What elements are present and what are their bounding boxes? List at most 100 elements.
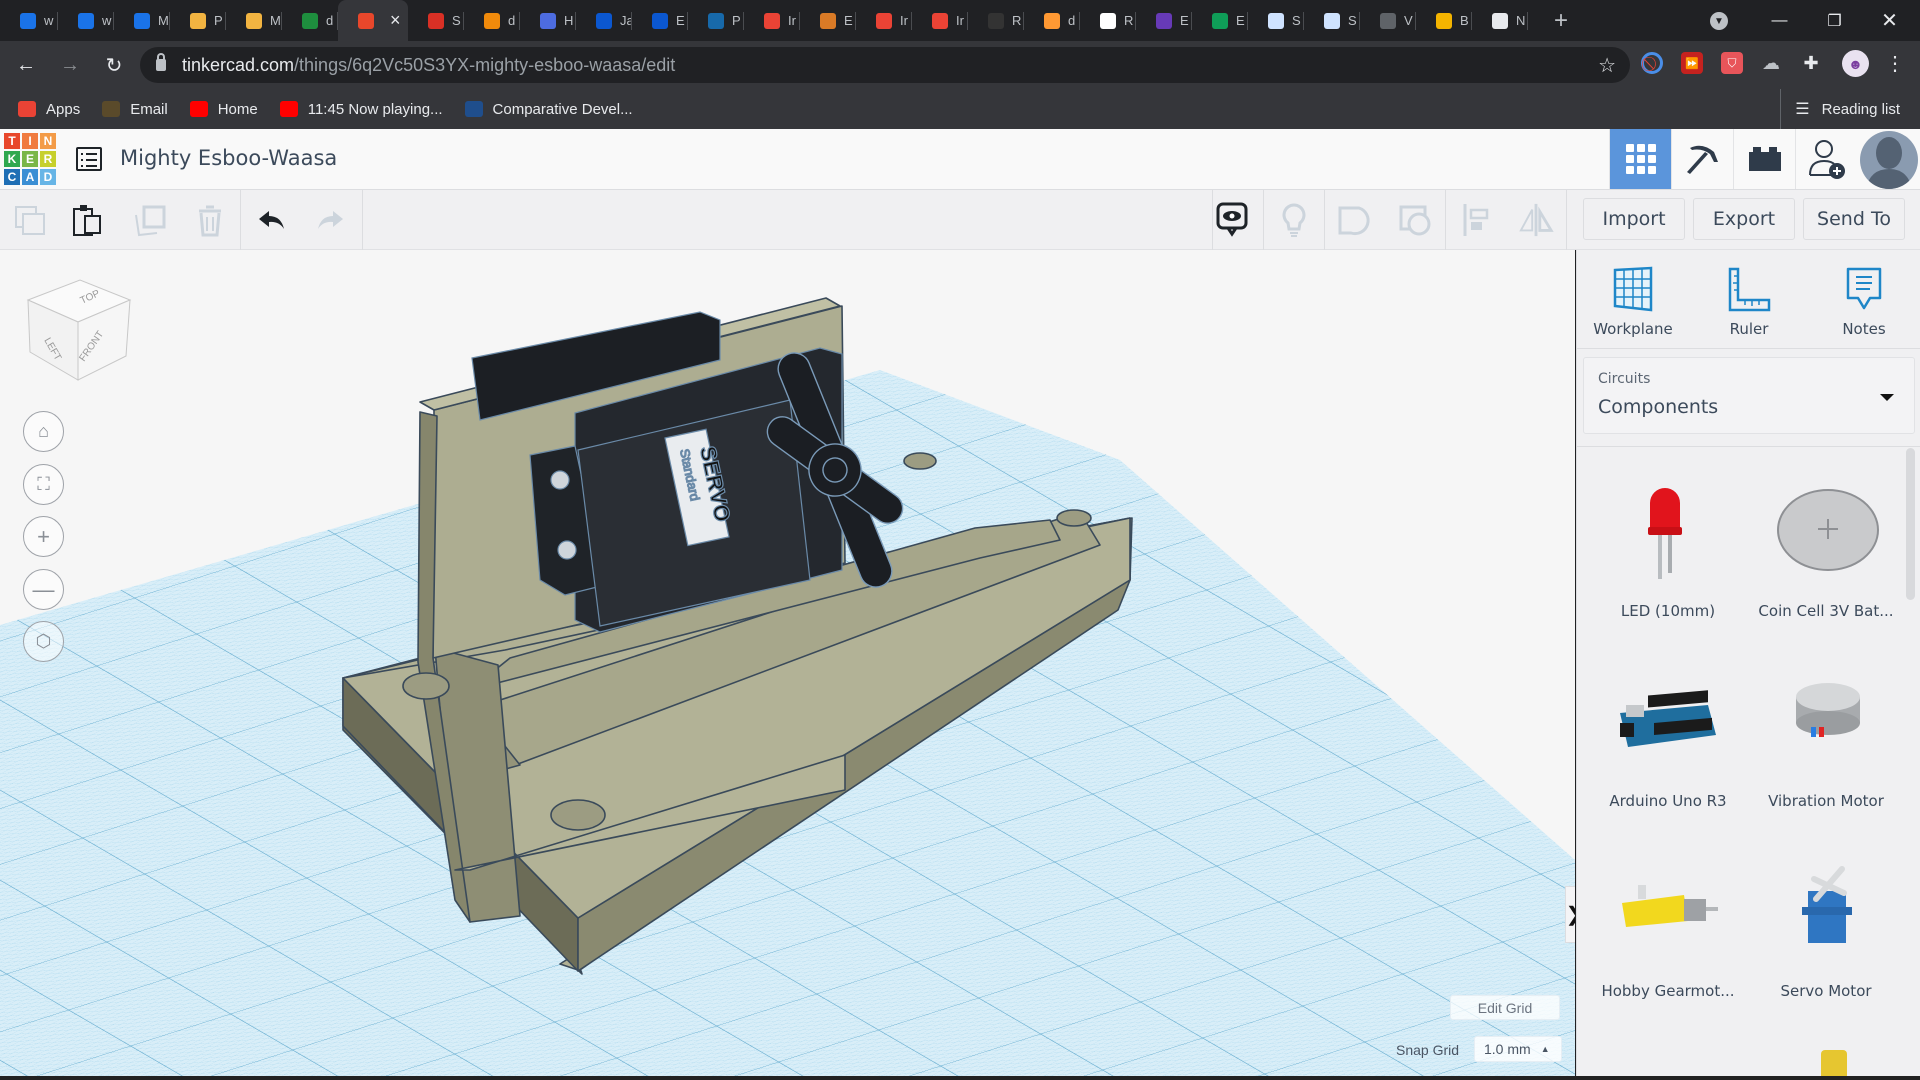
3d-design-view-button[interactable] <box>1609 129 1671 189</box>
mirror-button[interactable] <box>1518 202 1554 238</box>
browser-tab[interactable]: Ir <box>856 0 912 41</box>
adblock-extension-icon[interactable]: ⃠ <box>1641 52 1663 74</box>
browser-tab[interactable]: Ir <box>912 0 968 41</box>
video-speed-extension-icon[interactable]: ⏩ <box>1681 52 1703 74</box>
perspective-toggle-button[interactable]: ⬡ <box>23 621 64 662</box>
maximize-button[interactable]: ❐ <box>1807 0 1862 41</box>
bookmark-item[interactable]: Home <box>189 101 258 118</box>
bookmark-item[interactable]: Email <box>102 101 168 118</box>
browser-tab[interactable]: d <box>1024 0 1080 41</box>
shield-extension-icon[interactable]: ⛉ <box>1721 52 1743 74</box>
copy-button[interactable] <box>12 202 48 238</box>
group-button[interactable] <box>1336 202 1372 238</box>
browser-tab[interactable]: E <box>1136 0 1192 41</box>
reading-list-button[interactable]: ☰ Reading list <box>1780 89 1900 129</box>
bricks-view-button[interactable] <box>1733 129 1795 189</box>
browser-tab[interactable]: S <box>1248 0 1304 41</box>
notes-visibility-button[interactable] <box>1214 202 1250 238</box>
browser-tab[interactable]: Ja <box>576 0 632 41</box>
component-coin-cell[interactable]: Coin Cell 3V Bat... <box>1747 475 1905 620</box>
extensions-puzzle-icon[interactable]: ✚ <box>1800 52 1822 74</box>
browser-tab[interactable]: w <box>58 0 114 41</box>
s-icon <box>1212 12 1228 29</box>
browser-tab[interactable]: E <box>800 0 856 41</box>
browser-tab[interactable]: d <box>282 0 338 41</box>
browser-tab[interactable]: E <box>632 0 688 41</box>
browser-tab[interactable]: H <box>520 0 576 41</box>
workplane-canvas[interactable]: SERVO Standard <box>0 250 1575 1080</box>
paste-button[interactable] <box>70 202 106 238</box>
browser-tab[interactable]: Ir <box>744 0 800 41</box>
browser-tab[interactable]: P <box>688 0 744 41</box>
home-view-button[interactable]: ⌂ <box>23 411 64 452</box>
show-all-button[interactable] <box>1276 202 1312 238</box>
zoom-in-button[interactable]: + <box>23 516 64 557</box>
browser-tab[interactable]: S <box>408 0 464 41</box>
close-window-button[interactable]: ✕ <box>1862 0 1917 41</box>
component-hobby-gearmotor[interactable]: Hobby Gearmot... <box>1589 855 1747 1000</box>
forward-button[interactable]: → <box>52 47 88 83</box>
browser-tab[interactable]: N <box>1472 0 1528 41</box>
url-host: tinkercad.com <box>182 54 295 75</box>
minimize-button[interactable]: — <box>1752 0 1807 41</box>
browser-tab[interactable]: R <box>1080 0 1136 41</box>
align-button[interactable] <box>1458 202 1494 238</box>
snap-grid-select[interactable]: 1.0 mm ▲ <box>1474 1036 1562 1062</box>
close-tab-icon[interactable]: × <box>390 10 401 31</box>
user-avatar[interactable] <box>1860 131 1918 189</box>
invite-user-button[interactable] <box>1795 129 1857 189</box>
bookmark-item[interactable]: Apps <box>18 101 80 118</box>
browser-tab-active[interactable]: × <box>338 0 408 41</box>
redo-button[interactable] <box>312 202 348 238</box>
import-button[interactable]: Import <box>1583 198 1685 240</box>
profile-avatar[interactable]: ☻ <box>1842 50 1869 77</box>
duplicate-button[interactable] <box>132 202 168 238</box>
notes-tool[interactable]: Notes <box>1814 266 1914 338</box>
reload-button[interactable]: ↻ <box>96 47 132 83</box>
collapse-panel-button[interactable]: ❯ <box>1565 886 1575 943</box>
panel-scrollbar[interactable] <box>1906 448 1915 600</box>
3d-workspace[interactable]: SERVO Standard TOP LEFT FRONT ⌂ ⛶ + — ⬡ <box>0 250 1575 1080</box>
delete-button[interactable] <box>192 202 228 238</box>
edit-grid-button[interactable]: Edit Grid <box>1450 995 1560 1020</box>
ungroup-button[interactable] <box>1397 202 1433 238</box>
browser-tab[interactable]: V <box>1360 0 1416 41</box>
undo-button[interactable] <box>254 202 290 238</box>
send-to-button[interactable]: Send To <box>1803 198 1905 240</box>
view-cube[interactable]: TOP LEFT FRONT <box>22 270 132 390</box>
minecraft-view-button[interactable] <box>1671 129 1733 189</box>
workplane-tool[interactable]: Workplane <box>1583 266 1683 338</box>
browser-tab[interactable]: B <box>1416 0 1472 41</box>
back-button[interactable]: ← <box>8 47 44 83</box>
design-menu-icon[interactable] <box>76 147 102 171</box>
browser-tab[interactable]: d <box>464 0 520 41</box>
browser-tab[interactable]: P <box>170 0 226 41</box>
design-title[interactable]: Mighty Esboo-Waasa <box>120 146 337 170</box>
export-button[interactable]: Export <box>1693 198 1795 240</box>
dots-grid-icon <box>1100 12 1116 29</box>
ruler-tool[interactable]: Ruler <box>1699 266 1799 338</box>
tinkercad-logo[interactable]: TINKERCAD <box>3 132 57 186</box>
browser-tab[interactable]: M <box>114 0 170 41</box>
bookmark-label: Email <box>130 100 168 118</box>
new-tab-button[interactable]: + <box>1546 7 1576 35</box>
zoom-out-button[interactable]: — <box>23 569 64 610</box>
browser-tab[interactable]: E <box>1192 0 1248 41</box>
component-vibration-motor[interactable]: Vibration Motor <box>1747 665 1905 810</box>
component-arduino-uno[interactable]: Arduino Uno R3 <box>1589 665 1747 810</box>
bookmark-item[interactable]: Comparative Devel... <box>464 101 633 118</box>
browser-tab[interactable]: R <box>968 0 1024 41</box>
browser-tab[interactable]: w <box>0 0 58 41</box>
browser-tab[interactable]: M <box>226 0 282 41</box>
browser-tab[interactable]: S <box>1304 0 1360 41</box>
fit-view-button[interactable]: ⛶ <box>23 464 64 505</box>
chrome-menu-icon[interactable]: ⋮ <box>1884 52 1906 75</box>
address-bar[interactable]: tinkercad.com/things/6q2Vc50S3YX-mighty-… <box>140 47 1630 83</box>
bookmark-item[interactable]: 11:45 Now playing... <box>279 101 443 118</box>
shape-category-dropdown[interactable]: Circuits Components <box>1583 357 1915 434</box>
cloud-extension-icon[interactable]: ☁ <box>1760 52 1782 74</box>
component-led[interactable]: LED (10mm) <box>1589 475 1747 620</box>
bookmark-star-icon[interactable]: ☆ <box>1598 53 1616 78</box>
component-servo-motor[interactable]: Servo Motor <box>1747 855 1905 1000</box>
tab-search-button[interactable]: ▼ <box>1710 12 1728 30</box>
